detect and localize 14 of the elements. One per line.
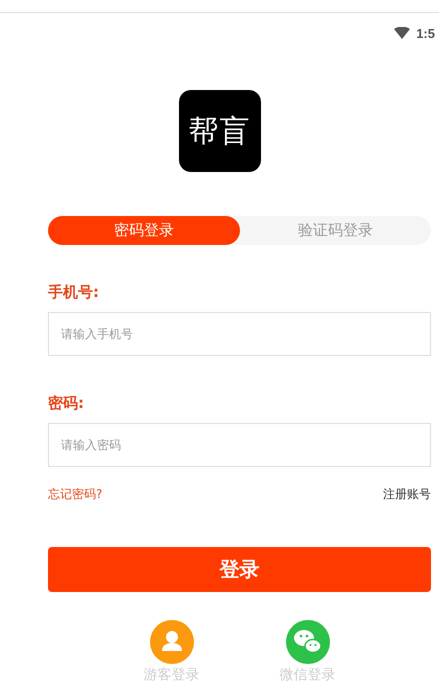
input-field[interactable]: 请输入手机号: [48, 312, 431, 356]
wifi-icon: [394, 27, 410, 39]
login-tab[interactable]: 验证码登录: [240, 216, 431, 245]
user-icon: [150, 620, 194, 664]
status-time: 1:5: [416, 26, 435, 40]
forgot-password-link[interactable]: 忘记密码?: [48, 486, 102, 503]
register-link[interactable]: 注册账号: [383, 486, 431, 503]
login-button[interactable]: 登录: [48, 547, 431, 592]
field-label: 密码:: [48, 394, 85, 413]
input-field[interactable]: 请输入密码: [48, 423, 431, 467]
field-label: 手机号:: [48, 283, 100, 302]
app-logo: 帮盲: [178, 90, 260, 172]
chat-icon: [286, 620, 330, 664]
login-tab[interactable]: 密码登录: [48, 216, 240, 245]
